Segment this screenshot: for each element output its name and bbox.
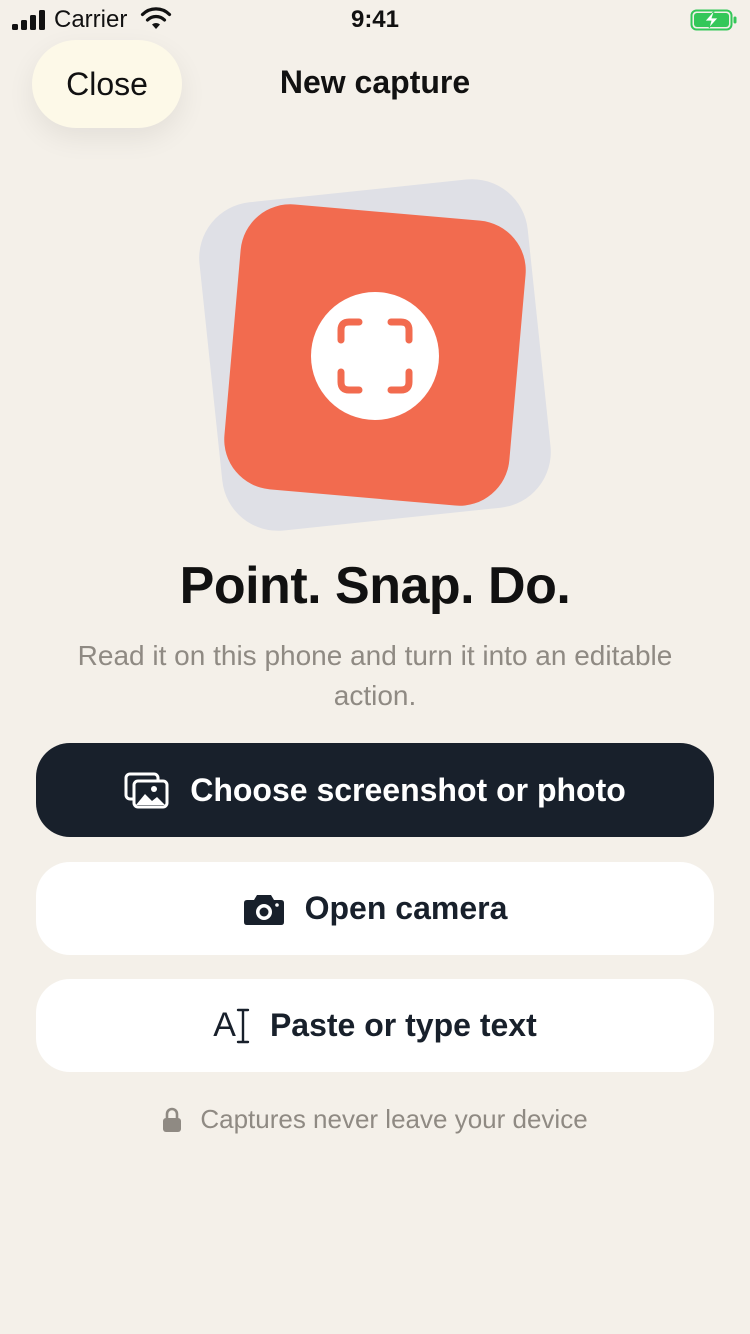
privacy-note: Captures never leave your device [0, 1104, 750, 1135]
text-cursor-icon: A [213, 1006, 250, 1045]
text-icon-letter: A [213, 1006, 236, 1044]
lock-icon [163, 1107, 182, 1132]
open-camera-label: Open camera [304, 890, 508, 926]
camera-icon [243, 894, 284, 925]
open-camera-button[interactable]: Open camera [36, 862, 714, 955]
text-cursor-bar [236, 1008, 250, 1043]
scan-frame-icon [337, 318, 413, 394]
battery-charging-icon [690, 9, 737, 31]
status-bar: Carrier 9:41 [0, 0, 750, 40]
page-title: New capture [279, 64, 471, 100]
headline: Point. Snap. Do. [179, 557, 571, 615]
choose-screenshot-button[interactable]: Choose screenshot or photo [36, 743, 714, 837]
paste-text-label: Paste or type text [269, 1007, 537, 1043]
choose-screenshot-label: Choose screenshot or photo [190, 771, 626, 808]
photo-stack-icon [124, 772, 169, 809]
paste-text-button[interactable]: A Paste or type text [36, 979, 714, 1072]
new-capture-screen: Carrier 9:41 Close New capture Point. Sn… [0, 0, 750, 1334]
privacy-text: Captures never leave your device [200, 1104, 588, 1134]
subtext: Read it on this phone and turn it into a… [77, 640, 673, 711]
status-time: 9:41 [350, 6, 400, 33]
